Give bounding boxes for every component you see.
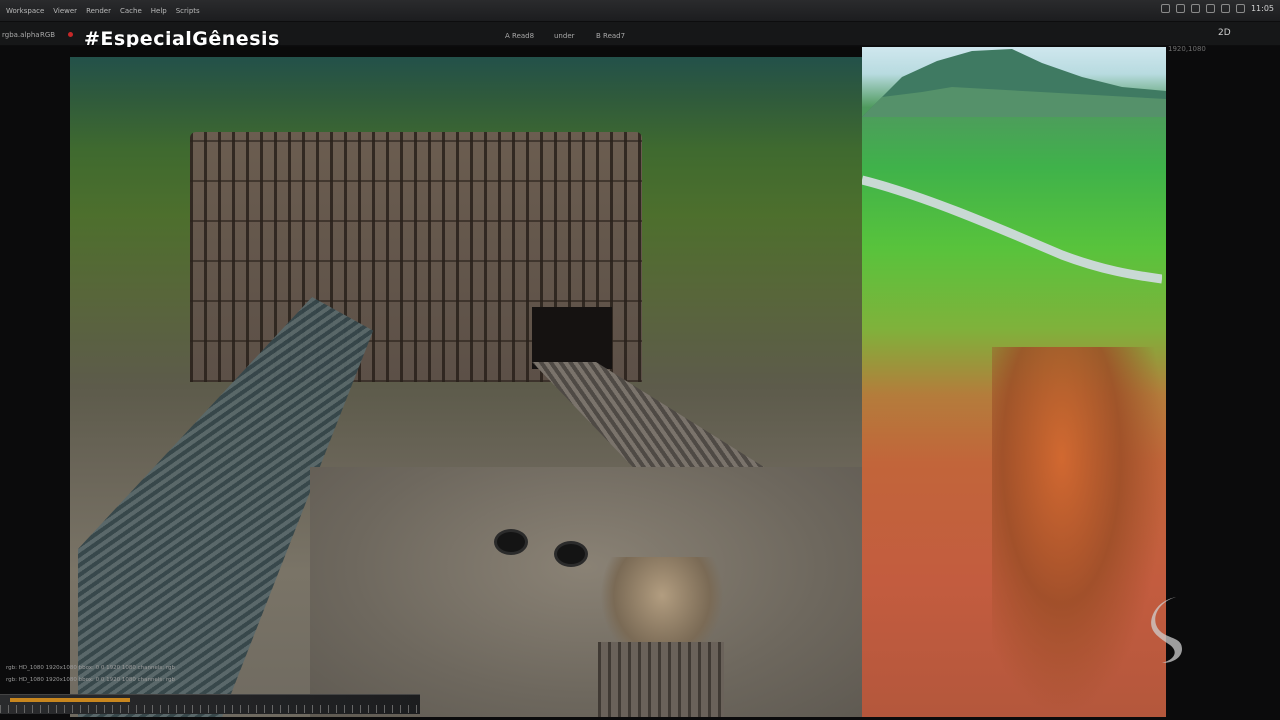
tire-prop — [494, 529, 528, 555]
info-row-a: rgb: HD_1080 1920x1080 bbox: 0 0 1920 10… — [6, 665, 176, 671]
layer-select[interactable]: rgba.alpha — [2, 31, 40, 39]
tire-prop — [554, 541, 588, 567]
orange-foliage — [992, 347, 1166, 717]
tray-volume-icon[interactable] — [1205, 4, 1215, 13]
set-ground — [310, 467, 862, 717]
menu-render[interactable]: Render — [86, 7, 111, 15]
composite-operation-select[interactable]: under — [554, 32, 575, 40]
tray-clock: 11:05 — [1250, 4, 1274, 13]
viewer-canvas[interactable] — [70, 47, 1166, 717]
info-row-b: rgb: HD_1080 1920x1080 bbox: 0 0 1920 10… — [6, 677, 176, 683]
composited-render-view — [70, 57, 862, 717]
timeline[interactable] — [0, 694, 420, 714]
timeline-ticks — [0, 705, 420, 713]
input-b-select[interactable]: B Read7 — [596, 32, 625, 40]
mountain-backdrop — [862, 49, 1166, 117]
hut-base — [598, 642, 724, 717]
broadcaster-logo — [1151, 597, 1182, 663]
view-mode-toggle[interactable]: 2D — [1218, 28, 1231, 38]
tray-monitor-icon[interactable] — [1175, 4, 1185, 13]
viewer-info-bar: rgb: HD_1080 1920x1080 bbox: 0 0 1920 10… — [0, 663, 320, 691]
tray-power-icon[interactable] — [1235, 4, 1245, 13]
tray-window-icon[interactable] — [1160, 4, 1170, 13]
input-a-select[interactable]: A Read8 — [505, 32, 534, 40]
timeline-playhead[interactable] — [10, 698, 130, 702]
tray-pause-icon[interactable] — [1220, 4, 1230, 13]
menu-viewer[interactable]: Viewer — [53, 7, 77, 15]
menu-workspace[interactable]: Workspace — [6, 7, 44, 15]
tray-network-icon[interactable] — [1190, 4, 1200, 13]
tower-opening — [532, 307, 612, 369]
channel-select[interactable]: RGB — [40, 31, 55, 39]
record-indicator-icon — [68, 32, 73, 37]
menu-cache[interactable]: Cache — [120, 7, 142, 15]
resolution-label: 1920,1080 — [1168, 45, 1206, 53]
menu-help[interactable]: Help — [151, 7, 167, 15]
app-menu-bar: Workspace Viewer Render Cache Help Scrip… — [0, 0, 1280, 22]
system-tray: 11:05 — [1160, 4, 1274, 13]
river — [862, 175, 1162, 284]
original-plate-view — [862, 47, 1166, 717]
menu-scripts[interactable]: Scripts — [176, 7, 200, 15]
